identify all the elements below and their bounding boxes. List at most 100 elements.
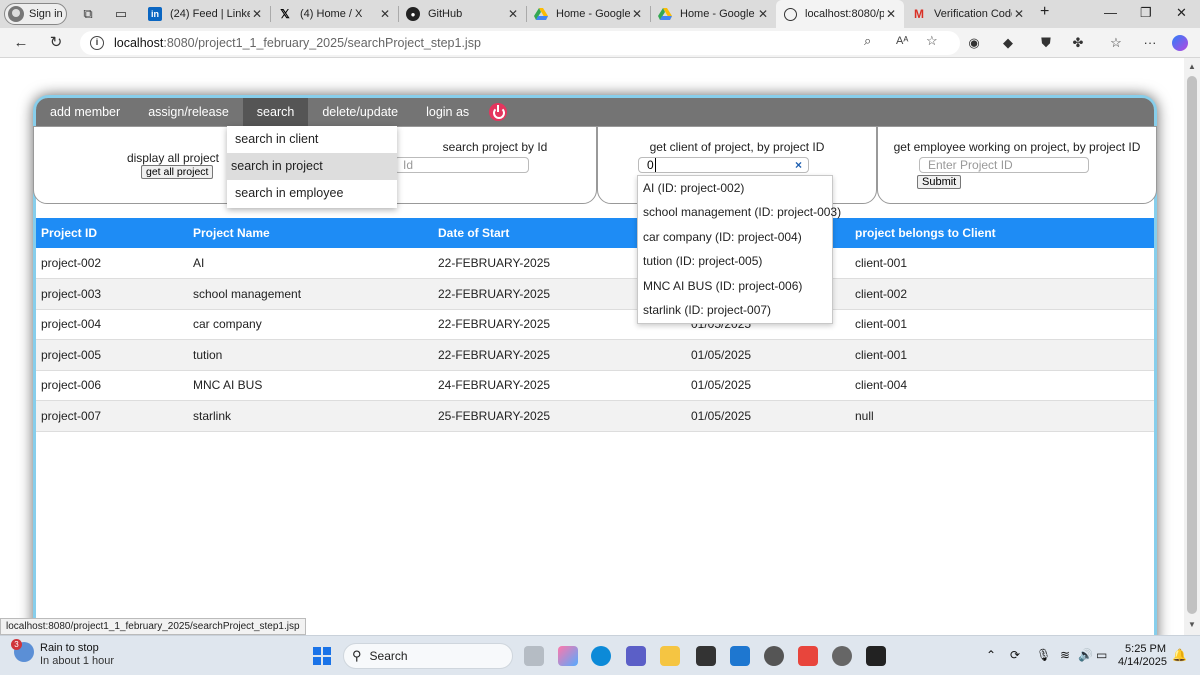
refresh-icon[interactable]: ↻: [47, 34, 65, 52]
favorites-icon[interactable]: ☆: [1108, 35, 1124, 51]
url-field[interactable]: i localhost:8080/project1_1_february_202…: [80, 31, 960, 55]
zoom-icon[interactable]: ⌕: [864, 33, 871, 49]
suggestion-item[interactable]: starlink (ID: project-007): [638, 298, 832, 322]
tray-chevron-icon[interactable]: ⌃: [986, 648, 996, 662]
site-info-icon[interactable]: i: [90, 36, 104, 50]
employee-project-id-input[interactable]: Enter Project ID: [919, 157, 1089, 173]
store-app-icon[interactable]: [730, 646, 750, 666]
nav-add-member[interactable]: add member: [36, 98, 134, 126]
new-tab-icon[interactable]: +: [1040, 3, 1049, 21]
edge-app-icon[interactable]: [591, 646, 611, 666]
table-cell: tution: [188, 339, 433, 371]
tab-title: GitHub: [428, 8, 463, 20]
linkedin-icon: in: [148, 7, 162, 21]
sync-icon[interactable]: ⟳: [1010, 648, 1020, 662]
scroll-down-icon[interactable]: ▼: [1188, 620, 1196, 629]
scroll-up-icon[interactable]: ▲: [1188, 62, 1196, 71]
read-aloud-icon[interactable]: Aᴬ: [896, 35, 908, 47]
screenshot-icon[interactable]: ◉: [966, 35, 982, 51]
clock-time: 5:25 PM: [1125, 643, 1166, 655]
restore-icon[interactable]: ❐: [1140, 5, 1152, 21]
more-menu-icon[interactable]: ···: [1142, 35, 1158, 51]
top-nav: add member assign/release search delete/…: [36, 98, 1154, 126]
menu-search-in-project[interactable]: search in project: [227, 153, 397, 180]
suggestion-item[interactable]: car company (ID: project-004): [638, 225, 832, 249]
volume-icon[interactable]: 🔊: [1078, 648, 1093, 662]
battery-icon[interactable]: ▭: [1096, 648, 1107, 662]
tab-linkedin[interactable]: in (24) Feed | LinkedIn ✕: [140, 0, 270, 28]
close-tab-icon[interactable]: ✕: [378, 7, 392, 21]
system-clock[interactable]: 5:25 PM 4/14/2025: [1118, 643, 1167, 669]
windows-start-icon[interactable]: [313, 647, 331, 665]
tab-gmail[interactable]: M Verification Code s ✕: [904, 0, 1032, 28]
suggestion-item[interactable]: MNC AI BUS (ID: project-006): [638, 274, 832, 298]
terminal-app-icon[interactable]: [866, 646, 886, 666]
extension-icon[interactable]: ◆: [1000, 35, 1016, 51]
clear-input-icon[interactable]: ×: [795, 158, 802, 172]
copilot-icon[interactable]: [1172, 35, 1188, 51]
project-id-input[interactable]: Id: [394, 157, 529, 173]
suggestion-item[interactable]: tution (ID: project-005): [638, 249, 832, 273]
microphone-icon[interactable]: 🎙: [1036, 648, 1051, 662]
tab-title: (24) Feed | LinkedIn: [170, 8, 250, 20]
extensions-puzzle-icon[interactable]: ✤: [1070, 35, 1086, 51]
nav-login-as[interactable]: login as: [412, 98, 483, 126]
tab-localhost[interactable]: localhost:8080/project ✕: [776, 0, 904, 28]
task-view-icon[interactable]: [524, 646, 544, 666]
tab-title: Home - Google Drive: [680, 8, 756, 20]
close-window-icon[interactable]: ✕: [1176, 5, 1187, 21]
client-project-id-input[interactable]: 0 ×: [638, 157, 809, 173]
taskbar-search-label: Search: [369, 649, 408, 663]
table-cell: client-002: [850, 278, 1154, 310]
back-icon[interactable]: ←: [12, 34, 30, 52]
table-cell: 01/05/2025: [686, 370, 850, 401]
tab-x[interactable]: 𝕏 (4) Home / X ✕: [270, 0, 398, 28]
copilot-app-icon[interactable]: [558, 646, 578, 666]
browser-tab-strip: Sign in ⧉ ▭ in (24) Feed | LinkedIn ✕ 𝕏 …: [0, 0, 1200, 28]
table-cell: client-001: [850, 339, 1154, 371]
close-tab-icon[interactable]: ✕: [756, 7, 770, 21]
menu-search-in-client[interactable]: search in client: [227, 126, 397, 153]
tab-title: Verification Code s: [934, 8, 1012, 20]
close-tab-icon[interactable]: ✕: [630, 7, 644, 21]
file-explorer-icon[interactable]: [660, 646, 680, 666]
close-tab-icon[interactable]: ✕: [250, 7, 264, 21]
suggestion-item[interactable]: AI (ID: project-002): [638, 176, 832, 200]
table-cell: school management: [188, 278, 433, 310]
wifi-icon[interactable]: ≋: [1060, 648, 1070, 662]
teams-app-icon[interactable]: [626, 646, 646, 666]
settings-gear-icon[interactable]: [832, 646, 852, 666]
close-tab-icon[interactable]: ✕: [506, 7, 520, 21]
tab-google-drive-1[interactable]: Home - Google Drive ✕: [526, 0, 650, 28]
minimize-icon[interactable]: —: [1104, 5, 1117, 20]
workspaces-icon[interactable]: ⧉: [80, 6, 96, 22]
wps-office-icon[interactable]: [798, 646, 818, 666]
favorite-star-icon[interactable]: ☆: [926, 33, 938, 49]
tab-actions-icon[interactable]: ▭: [113, 6, 129, 22]
nav-delete-update[interactable]: delete/update: [308, 98, 412, 126]
table-cell: project-006: [36, 370, 188, 401]
notification-bell-icon[interactable]: 🔔: [1172, 648, 1187, 662]
terminal-preview-icon[interactable]: [696, 646, 716, 666]
app-icon[interactable]: [764, 646, 784, 666]
power-logout-icon[interactable]: [489, 103, 508, 121]
tab-google-drive-2[interactable]: Home - Google Drive ✕: [650, 0, 776, 28]
submit-button[interactable]: Submit: [917, 175, 962, 189]
close-tab-icon[interactable]: ✕: [884, 7, 898, 21]
page-scrollbar[interactable]: ▲ ▼: [1184, 58, 1200, 635]
app-container: add member assign/release search delete/…: [33, 95, 1157, 635]
nav-assign-release[interactable]: assign/release: [134, 98, 243, 126]
table-cell: 01/05/2025: [686, 339, 850, 371]
get-all-project-button[interactable]: get all project: [141, 165, 214, 179]
close-tab-icon[interactable]: ✕: [1012, 7, 1026, 21]
tab-github[interactable]: ● GitHub ✕: [398, 0, 526, 28]
nav-search[interactable]: search: [242, 98, 309, 126]
sign-in-button[interactable]: Sign in: [4, 3, 67, 25]
taskbar-search[interactable]: ⚲ Search: [343, 643, 513, 669]
table-row: project-006 MNC AI BUS 24-FEBRUARY-2025 01/…: [36, 370, 1154, 401]
suggestion-item[interactable]: school management (ID: project-003): [638, 200, 841, 224]
weather-widget[interactable]: 3 Rain to stop In about 1 hour: [11, 639, 114, 668]
extension-off-icon[interactable]: ⛊: [1038, 35, 1054, 51]
scroll-thumb[interactable]: [1187, 76, 1197, 614]
menu-search-in-employee[interactable]: search in employee: [227, 180, 397, 207]
